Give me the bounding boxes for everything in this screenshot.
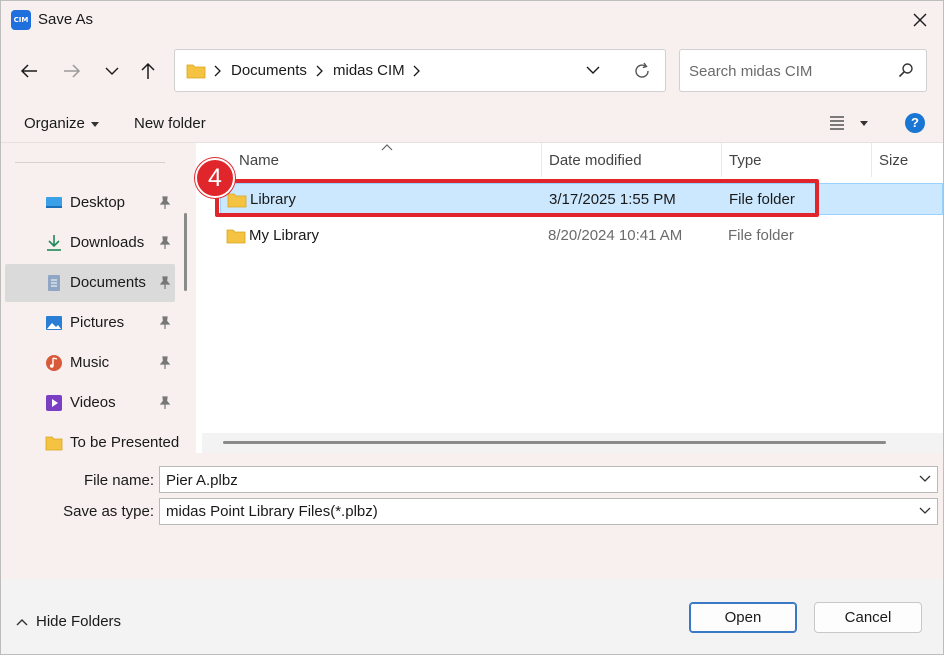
sidebar-item-downloads[interactable]: Downloads — [5, 224, 175, 262]
search-box[interactable] — [679, 49, 927, 92]
breadcrumb-midas-cim[interactable]: midas CIM — [333, 62, 405, 79]
view-list-icon[interactable] — [829, 114, 845, 130]
save-type-label: Save as type: — [63, 503, 154, 520]
folder-icon — [45, 436, 63, 451]
chevron-right-icon[interactable] — [412, 65, 420, 77]
sidebar-item-videos[interactable]: Videos — [5, 384, 175, 422]
file-name: My Library — [249, 227, 320, 244]
sidebar-item-to-be-presented[interactable]: To be Presented — [5, 424, 179, 453]
sidebar-item-label: Videos — [70, 394, 116, 411]
navigation-bar: Documents midas CIM — [1, 39, 943, 103]
sidebar-item-label: Downloads — [70, 234, 145, 251]
recent-locations-button[interactable] — [97, 58, 127, 84]
file-name-combobox[interactable] — [159, 466, 938, 493]
pin-icon[interactable] — [159, 236, 171, 250]
up-button[interactable] — [133, 58, 163, 84]
column-header-size[interactable]: Size — [879, 143, 908, 177]
sidebar-item-music[interactable]: Music — [5, 344, 175, 382]
downloads-icon — [47, 235, 61, 251]
videos-icon — [46, 395, 62, 411]
sidebar-item-documents[interactable]: Documents — [5, 264, 175, 302]
sidebar-item-label: Documents — [70, 274, 146, 291]
file-name-label: File name: — [83, 472, 154, 489]
pin-icon[interactable] — [159, 276, 171, 290]
folder-icon — [186, 64, 206, 79]
sidebar-item-label: To be Presented — [70, 434, 180, 451]
close-icon — [913, 13, 927, 27]
chevron-down-icon[interactable] — [919, 507, 931, 515]
sidebar-item-desktop[interactable]: Desktop — [5, 184, 175, 222]
save-type-value: midas Point Library Files(*.plbz) — [166, 503, 378, 520]
sort-ascending-icon — [381, 144, 393, 151]
view-options-caret-icon[interactable] — [860, 121, 868, 126]
annotation-highlight-box — [215, 179, 819, 217]
close-button[interactable] — [897, 1, 943, 39]
hide-folders-button[interactable]: Hide Folders — [36, 613, 121, 630]
file-type: File folder — [728, 227, 794, 244]
app-icon: CIM — [11, 10, 31, 30]
sidebar-item-label: Pictures — [70, 314, 125, 331]
pin-icon[interactable] — [159, 356, 171, 370]
column-header-date-modified[interactable]: Date modified — [549, 143, 642, 177]
sidebar-divider — [15, 162, 165, 163]
save-as-dialog: CIM Save As Documents midas CIM Search m… — [0, 0, 944, 655]
column-divider[interactable] — [871, 143, 872, 177]
music-icon — [46, 355, 62, 371]
arrow-left-icon — [20, 64, 37, 78]
documents-icon — [48, 275, 60, 291]
save-type-select[interactable]: midas Point Library Files(*.plbz) — [159, 498, 938, 525]
refresh-icon[interactable] — [632, 61, 652, 81]
chevron-right-icon — [214, 65, 221, 77]
search-input[interactable] — [689, 60, 889, 82]
new-folder-button[interactable]: New folder — [134, 115, 206, 132]
address-dropdown-icon[interactable] — [585, 63, 601, 77]
annotation-step-badge: 4 — [195, 158, 235, 198]
address-bar[interactable]: Documents midas CIM — [174, 49, 666, 92]
sidebar-scrollbar[interactable] — [184, 213, 187, 291]
cancel-button[interactable]: Cancel — [814, 602, 922, 633]
horizontal-scrollbar[interactable] — [223, 441, 886, 444]
chevron-down-icon[interactable] — [919, 475, 931, 483]
window-title: Save As — [38, 11, 94, 28]
pin-icon[interactable] — [159, 396, 171, 410]
pin-icon[interactable] — [159, 316, 171, 330]
sidebar-item-label: Desktop — [70, 194, 126, 211]
organize-button[interactable]: Organize — [24, 115, 99, 132]
file-name-input[interactable] — [166, 470, 906, 490]
command-toolbar: Organize New folder ? — [1, 103, 943, 143]
navigation-pane: Desktop Downloads Documents Pictures Mus… — [1, 143, 196, 453]
forward-button[interactable] — [57, 58, 87, 84]
organize-label: Organize — [24, 115, 85, 132]
help-button[interactable]: ? — [905, 113, 925, 133]
title-bar: CIM Save As — [1, 1, 943, 39]
sidebar-item-label: Music — [70, 354, 110, 371]
search-icon[interactable] — [898, 62, 914, 78]
file-date-modified: 8/20/2024 10:41 AM — [548, 227, 683, 244]
pictures-icon — [46, 316, 62, 330]
open-button[interactable]: Open — [689, 602, 797, 633]
file-fields-panel: File name: Save as type: midas Point Lib… — [1, 453, 943, 579]
desktop-icon — [46, 197, 62, 208]
column-divider[interactable] — [541, 143, 542, 177]
chevron-up-icon[interactable] — [16, 618, 28, 626]
file-row-my-library[interactable]: My Library 8/20/2024 10:41 AM File folde… — [220, 220, 943, 252]
column-header-name[interactable]: Name — [239, 143, 279, 177]
arrow-right-icon — [64, 64, 81, 78]
breadcrumb-documents[interactable]: Documents — [231, 62, 307, 79]
dialog-footer: Hide Folders Open Cancel — [1, 579, 943, 654]
pin-icon[interactable] — [159, 196, 171, 210]
column-divider[interactable] — [721, 143, 722, 177]
chevron-right-icon — [316, 65, 323, 77]
back-button[interactable] — [14, 58, 44, 84]
chevron-down-icon — [105, 67, 119, 75]
column-header-type[interactable]: Type — [729, 143, 762, 177]
arrow-up-icon — [141, 62, 155, 79]
folder-icon — [226, 229, 246, 244]
caret-down-icon — [90, 121, 99, 127]
sidebar-item-pictures[interactable]: Pictures — [5, 304, 175, 342]
